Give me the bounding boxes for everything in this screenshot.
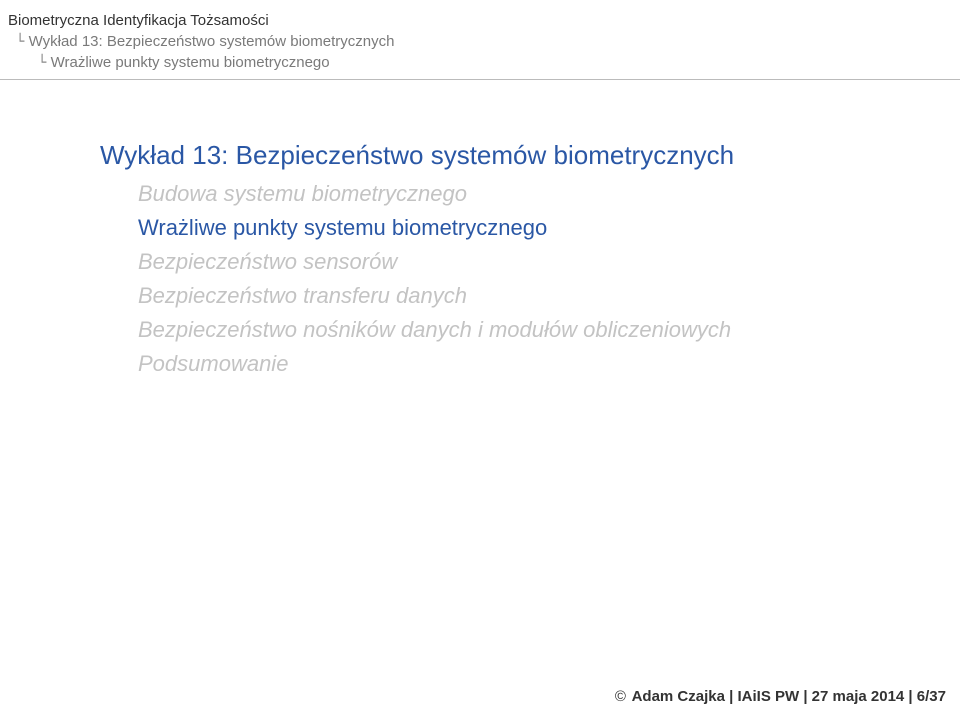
slide-header: Biometryczna Identyfikacja Tożsamości └ … (0, 0, 960, 71)
outline-item: Bezpieczeństwo transferu danych (138, 279, 870, 313)
lecture-title: Wykład 13: Bezpieczeństwo systemów biome… (29, 33, 395, 50)
outline-item: Bezpieczeństwo sensorów (138, 245, 870, 279)
footer-text: Adam Czajka | IAiIS PW | 27 maja 2014 | … (632, 688, 946, 705)
outline-item: Wrażliwe punkty systemu biometrycznego (138, 211, 870, 245)
course-title: Biometryczna Identyfikacja Tożsamości (8, 12, 952, 29)
slide-content: Wykład 13: Bezpieczeństwo systemów biome… (0, 80, 960, 382)
section-title: Wrażliwe punkty systemu biometrycznego (51, 54, 330, 71)
lecture-title-line: └ Wykład 13: Bezpieczeństwo systemów bio… (8, 33, 952, 50)
copyright-icon: © (615, 688, 626, 705)
content-title: Wykład 13: Bezpieczeństwo systemów biome… (100, 140, 870, 171)
outline-item: Bezpieczeństwo nośników danych i modułów… (138, 313, 870, 347)
slide-footer: © Adam Czajka | IAiIS PW | 27 maja 2014 … (615, 688, 946, 705)
section-title-line: └ Wrażliwe punkty systemu biometrycznego (8, 54, 952, 71)
tree-branch-icon: └ (38, 55, 46, 71)
outline-item: Podsumowanie (138, 347, 870, 381)
tree-branch-icon: └ (16, 34, 24, 50)
outline-list: Budowa systemu biometrycznego Wrażliwe p… (100, 177, 870, 382)
outline-item: Budowa systemu biometrycznego (138, 177, 870, 211)
